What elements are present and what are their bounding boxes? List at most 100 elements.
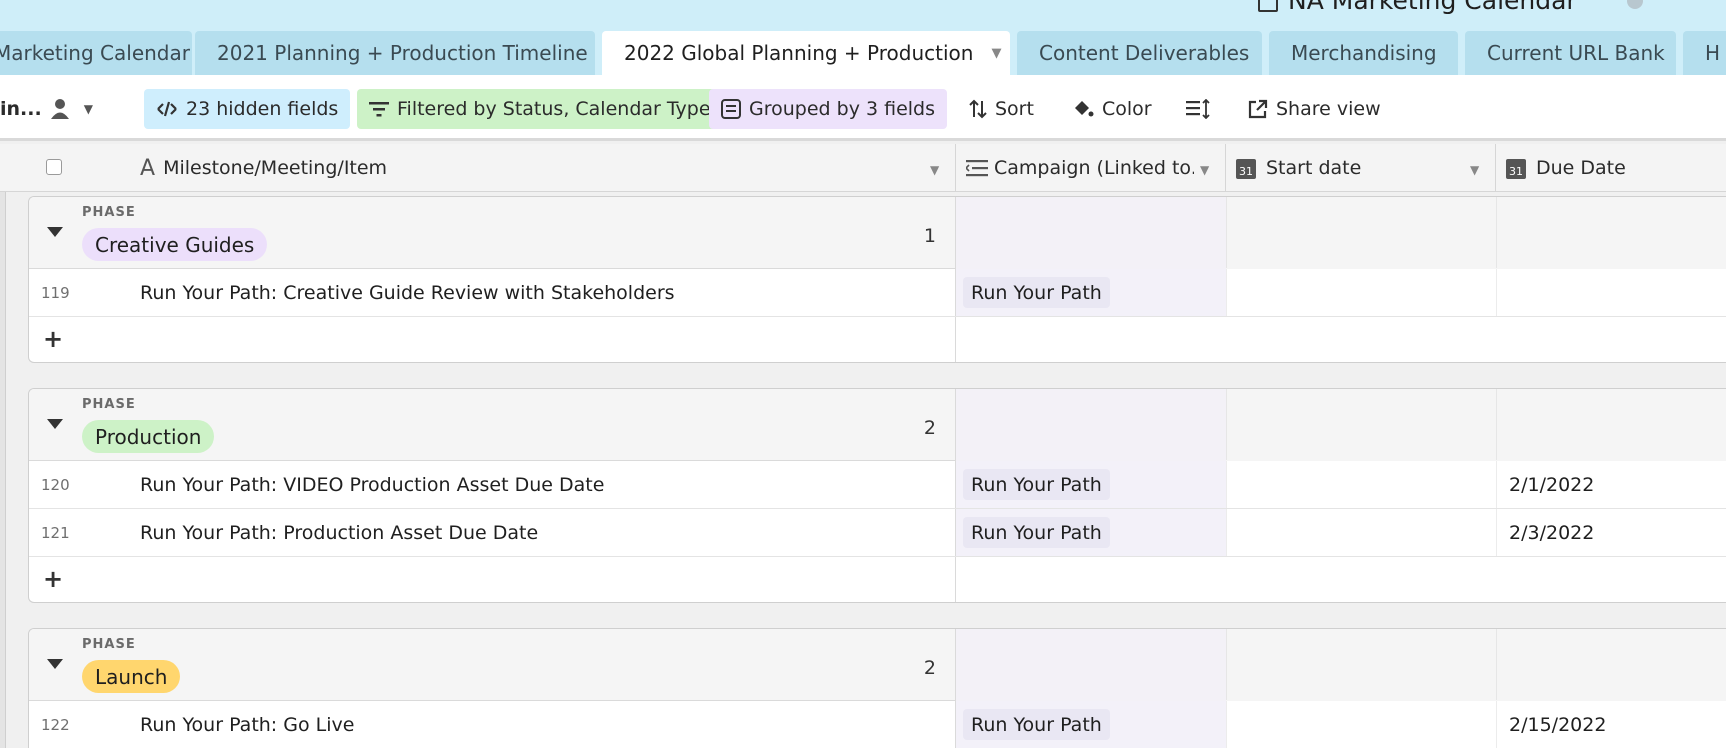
- filter-label: Filtered by Status, Calendar Type: [397, 98, 711, 120]
- column-header-label: Start date: [1266, 157, 1362, 179]
- grid-header: A Milestone/Meeting/Item ▼ Campaign (Lin…: [0, 144, 1726, 192]
- tab-label: Current URL Bank: [1487, 41, 1665, 65]
- view-toolbar: in... ▼ 23 hidden fields Filtered by Sta…: [0, 75, 1726, 141]
- group-production: PHASE Production 2 120 Run Your Path: VI…: [28, 388, 1726, 603]
- tab-label: Marketing Calendar: [0, 41, 190, 65]
- collaborator-icon: [50, 99, 69, 119]
- add-record-icon[interactable]: +: [43, 565, 63, 593]
- hidden-fields-label: 23 hidden fields: [186, 98, 339, 120]
- tab-label: Content Deliverables: [1039, 41, 1250, 65]
- share-icon: [1248, 99, 1268, 119]
- group-launch: PHASE Launch 2 122 Run Your Path: Go Liv…: [28, 628, 1726, 748]
- group-field-label: PHASE: [82, 205, 136, 220]
- group-record-count: 2: [923, 417, 936, 439]
- tab-content-deliverables[interactable]: Content Deliverables: [1017, 31, 1262, 75]
- milestone-cell[interactable]: Run Your Path: Creative Guide Review wit…: [140, 282, 675, 304]
- help-icon[interactable]: [1626, 0, 1643, 9]
- calendar-icon: 31: [1236, 159, 1256, 179]
- linked-record-icon: [966, 160, 988, 177]
- tab-h[interactable]: H: [1683, 31, 1726, 75]
- milestone-cell[interactable]: Run Your Path: Production Asset Due Date: [140, 522, 538, 544]
- group-value-chip: Creative Guides: [82, 228, 268, 261]
- row-number: 119: [41, 284, 70, 302]
- column-divider: [955, 144, 956, 192]
- tab-2022-global-planning[interactable]: 2022 Global Planning + Production ▼: [602, 31, 1010, 75]
- tab-menu-chevron-icon[interactable]: ▼: [991, 46, 1001, 61]
- row-number: 121: [41, 524, 70, 542]
- add-record-row[interactable]: +: [29, 557, 1726, 602]
- chevron-down-icon: ▼: [83, 102, 93, 116]
- group-button[interactable]: Grouped by 3 fields: [709, 89, 948, 129]
- campaign-link-chip[interactable]: Run Your Path: [963, 709, 1110, 740]
- collapse-triangle-icon[interactable]: [47, 659, 63, 669]
- row-number: 120: [41, 476, 70, 494]
- campaign-link-chip[interactable]: Run Your Path: [963, 517, 1110, 548]
- view-name: in...: [0, 98, 42, 120]
- chevron-down-icon[interactable]: ▼: [1200, 163, 1209, 177]
- base-header: NA Marketing Calendar Marketing Calendar…: [0, 0, 1726, 75]
- hidden-fields-button[interactable]: 23 hidden fields: [144, 89, 351, 129]
- milestone-cell[interactable]: Run Your Path: Go Live: [140, 714, 354, 736]
- group-record-count: 2: [923, 657, 936, 679]
- table-row[interactable]: 122 Run Your Path: Go Live Run Your Path…: [29, 701, 1726, 748]
- group-field-label: PHASE: [82, 397, 136, 412]
- group-creative-guides: PHASE Creative Guides 1 119 Run Your Pat…: [28, 196, 1726, 363]
- column-header-label: Campaign (Linked to...: [994, 157, 1194, 179]
- filter-icon: [369, 102, 389, 117]
- paint-bucket-icon: [1075, 101, 1094, 117]
- tab-label: 2021 Planning + Production Timeline: [217, 41, 588, 65]
- group-header[interactable]: PHASE Launch 2: [29, 629, 1726, 701]
- due-date-cell[interactable]: 2/3/2022: [1509, 522, 1594, 544]
- group-header[interactable]: PHASE Creative Guides 1: [29, 197, 1726, 269]
- document-icon: [1258, 0, 1278, 12]
- grid-left-rail: [0, 192, 6, 748]
- chevron-down-icon[interactable]: ▼: [930, 163, 939, 177]
- due-date-cell[interactable]: 2/1/2022: [1509, 474, 1594, 496]
- group-value-chip: Launch: [82, 660, 181, 693]
- campaign-link-chip[interactable]: Run Your Path: [963, 277, 1110, 308]
- column-header-campaign[interactable]: Campaign (Linked to...: [966, 144, 1194, 192]
- table-row[interactable]: 121 Run Your Path: Production Asset Due …: [29, 509, 1726, 557]
- tab-label: 2022 Global Planning + Production: [624, 41, 974, 65]
- tab-label: Merchandising: [1291, 41, 1437, 65]
- table-row[interactable]: 120 Run Your Path: VIDEO Production Asse…: [29, 461, 1726, 509]
- column-header-milestone[interactable]: A Milestone/Meeting/Item: [140, 144, 387, 192]
- hidden-eye-icon: [157, 101, 177, 117]
- base-title[interactable]: NA Marketing Calendar: [1258, 0, 1643, 15]
- color-label: Color: [1102, 98, 1152, 120]
- due-date-cell[interactable]: 2/15/2022: [1509, 714, 1606, 736]
- text-field-icon: A: [140, 155, 156, 181]
- svg-text:31: 31: [1509, 165, 1523, 178]
- milestone-cell[interactable]: Run Your Path: VIDEO Production Asset Du…: [140, 474, 604, 496]
- campaign-link-chip[interactable]: Run Your Path: [963, 469, 1110, 500]
- column-header-start-date[interactable]: 31 Start date: [1236, 144, 1361, 192]
- sort-button[interactable]: Sort: [957, 89, 1046, 129]
- color-button[interactable]: Color: [1060, 89, 1164, 129]
- add-record-row[interactable]: +: [29, 317, 1726, 362]
- sort-label: Sort: [995, 98, 1034, 120]
- collapse-triangle-icon[interactable]: [47, 419, 63, 429]
- tab-marketing-calendar[interactable]: Marketing Calendar: [0, 31, 192, 75]
- share-view-button[interactable]: Share view: [1236, 89, 1393, 129]
- filter-button[interactable]: Filtered by Status, Calendar Type: [357, 89, 723, 129]
- tab-merchandising[interactable]: Merchandising: [1269, 31, 1458, 75]
- column-header-due-date[interactable]: 31 Due Date: [1506, 144, 1626, 192]
- add-record-icon[interactable]: +: [43, 325, 63, 353]
- tab-label: H: [1705, 41, 1721, 65]
- table-row[interactable]: 119 Run Your Path: Creative Guide Review…: [29, 269, 1726, 317]
- sort-icon: [969, 99, 987, 119]
- select-all-checkbox[interactable]: [46, 159, 62, 175]
- collapse-triangle-icon[interactable]: [47, 227, 63, 237]
- tab-current-url-bank[interactable]: Current URL Bank: [1465, 31, 1676, 75]
- group-field-label: PHASE: [82, 637, 136, 652]
- chevron-down-icon[interactable]: ▼: [1470, 163, 1479, 177]
- tab-2021-planning[interactable]: 2021 Planning + Production Timeline: [195, 31, 595, 75]
- group-header[interactable]: PHASE Production 2: [29, 389, 1726, 461]
- group-label: Grouped by 3 fields: [749, 98, 936, 120]
- row-height-icon: [1186, 99, 1210, 119]
- view-switcher[interactable]: in... ▼: [0, 89, 105, 129]
- row-number: 122: [41, 716, 70, 734]
- column-header-label: Due Date: [1536, 157, 1626, 179]
- column-header-label: Milestone/Meeting/Item: [163, 157, 388, 179]
- row-height-button[interactable]: [1174, 89, 1222, 129]
